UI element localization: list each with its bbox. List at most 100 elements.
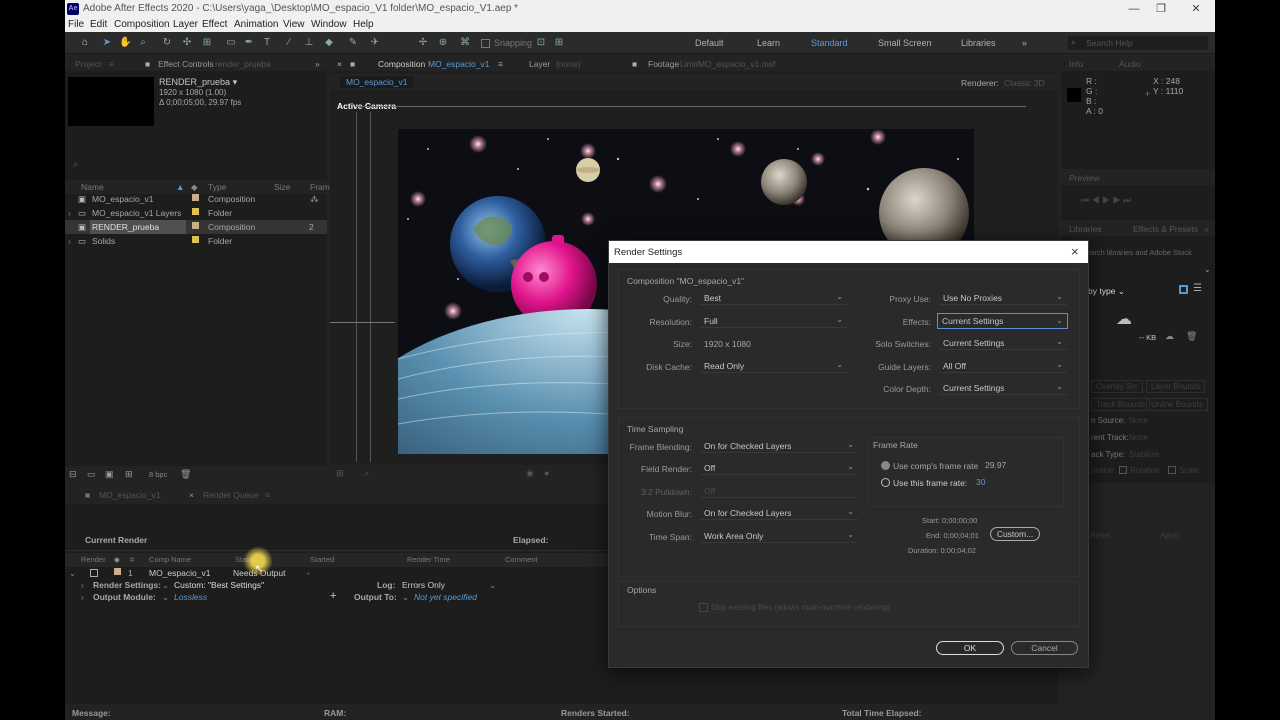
rotation-tool-icon[interactable]: ↻ bbox=[161, 37, 173, 49]
scale-checkbox[interactable] bbox=[1168, 466, 1176, 474]
new-composition-icon[interactable]: ▣ bbox=[105, 469, 114, 480]
close-tab-icon[interactable]: × bbox=[189, 490, 194, 500]
search-help-input[interactable]: Search Help bbox=[1086, 38, 1133, 48]
pulldown-dropdown[interactable]: Off bbox=[700, 485, 858, 498]
camera-tool-icon[interactable]: ✣ bbox=[181, 37, 193, 49]
panel-overflow-icon[interactable]: » bbox=[1204, 224, 1209, 234]
view-axis-icon[interactable]: ⌘ bbox=[459, 37, 471, 49]
tab-render-queue[interactable]: Render Queue bbox=[203, 490, 259, 500]
resolution-dropdown[interactable]: Full ⌄ bbox=[700, 315, 847, 328]
time-span-dropdown[interactable]: Work Area Only ⌄ bbox=[700, 530, 858, 543]
menu-view[interactable]: View bbox=[283, 19, 305, 30]
track-type-value[interactable]: Stabilize bbox=[1129, 450, 1159, 459]
frame-blending-dropdown[interactable]: On for Checked Layers ⌄ bbox=[700, 440, 858, 453]
world-axis-icon[interactable]: ⊕ bbox=[437, 37, 449, 49]
label-color-swatch[interactable] bbox=[192, 194, 199, 201]
guide-layers-dropdown[interactable]: All Off ⌄ bbox=[939, 360, 1067, 373]
tab-footage[interactable]: Footage bbox=[648, 59, 679, 69]
col-comp-name[interactable]: Comp Name bbox=[149, 555, 191, 564]
render-settings-value[interactable]: Custom: "Best Settings" bbox=[174, 580, 264, 590]
workspace-small-screen[interactable]: Small Screen bbox=[878, 38, 932, 48]
col-type[interactable]: Type bbox=[208, 182, 226, 192]
output-to-value[interactable]: Not yet specified bbox=[414, 592, 477, 602]
tracker-button-c[interactable]: Track Bounds bbox=[1091, 398, 1151, 411]
add-output-module-icon[interactable]: + bbox=[330, 590, 336, 602]
col-frame[interactable]: Fram bbox=[310, 182, 330, 192]
menu-animation[interactable]: Animation bbox=[234, 19, 278, 30]
chevron-down-icon[interactable]: ⌄ bbox=[1204, 265, 1211, 274]
renderer-value[interactable]: Classic 3D bbox=[1004, 78, 1045, 88]
roto-brush-tool-icon[interactable]: ✎ bbox=[347, 37, 359, 49]
library-search-hint[interactable]: Search libraries and Adobe Stock bbox=[1081, 248, 1192, 257]
label-color-swatch[interactable] bbox=[192, 222, 199, 229]
skip-existing-checkbox[interactable] bbox=[699, 603, 708, 612]
panel-menu-icon[interactable]: ≡ bbox=[498, 59, 503, 69]
panel-overflow-icon[interactable]: » bbox=[315, 59, 320, 69]
menu-composition[interactable]: Composition bbox=[114, 19, 170, 30]
tab-timeline-comp[interactable]: MO_espacio_v1 bbox=[99, 490, 160, 500]
lock-icon[interactable]: ■ bbox=[145, 59, 150, 69]
col-size[interactable]: Size bbox=[274, 182, 291, 192]
col-comment[interactable]: Comment bbox=[505, 555, 538, 564]
panel-menu-icon[interactable]: ≡ bbox=[265, 490, 270, 500]
menu-edit[interactable]: Edit bbox=[90, 19, 107, 30]
ok-button[interactable]: OK bbox=[936, 641, 1004, 655]
use-this-rate-radio[interactable] bbox=[881, 478, 890, 487]
puppet-tool-icon[interactable]: ✈ bbox=[369, 37, 381, 49]
project-row-solids[interactable]: › ▭ Solids Folder bbox=[65, 234, 327, 248]
zoom-tool-icon[interactable]: ⌕ bbox=[137, 37, 149, 49]
workspace-standard[interactable]: Standard bbox=[811, 38, 848, 48]
brush-tool-icon[interactable]: ∕ bbox=[283, 37, 295, 49]
tab-audio[interactable]: Audio bbox=[1119, 59, 1141, 69]
delete-icon[interactable]: 🗑 bbox=[180, 469, 191, 480]
selection-tool-icon[interactable]: ➤ bbox=[101, 37, 113, 49]
preview-controls[interactable]: ⏮ ◀ ▶ ▶ ⏭ bbox=[1081, 195, 1131, 206]
menu-help[interactable]: Help bbox=[353, 19, 374, 30]
magnification-icon[interactable]: ⌕ bbox=[364, 468, 369, 479]
motion-blur-dropdown[interactable]: On for Checked Layers ⌄ bbox=[700, 507, 858, 520]
minimize-button[interactable]: — bbox=[1127, 2, 1141, 16]
tab-project[interactable]: Project bbox=[75, 59, 101, 69]
project-settings-icon[interactable]: ⊞ bbox=[125, 469, 133, 480]
rotation-checkbox[interactable] bbox=[1119, 466, 1127, 474]
label-color-swatch[interactable] bbox=[192, 208, 199, 215]
quality-dropdown[interactable]: Best ⌄ bbox=[700, 292, 847, 305]
use-comp-rate-radio[interactable] bbox=[881, 461, 890, 470]
menu-window[interactable]: Window bbox=[311, 19, 347, 30]
tracker-button-a[interactable]: Overlay Src bbox=[1091, 380, 1143, 393]
position-option[interactable]: osition bbox=[1091, 466, 1114, 475]
col-name[interactable]: Name bbox=[81, 182, 104, 192]
chevron-down-icon[interactable]: ⌄ bbox=[162, 592, 169, 603]
label-color-swatch[interactable] bbox=[114, 568, 121, 575]
lock-icon[interactable]: ■ bbox=[350, 59, 355, 69]
proxy-use-dropdown[interactable]: Use No Proxies ⌄ bbox=[939, 292, 1067, 305]
close-window-button[interactable]: ✕ bbox=[1189, 2, 1203, 16]
output-module-value[interactable]: Lossless bbox=[174, 592, 207, 602]
comp-flowchart-tab[interactable]: MO_espacio_v1 bbox=[340, 76, 414, 88]
menu-layer[interactable]: Layer bbox=[173, 19, 198, 30]
expand-arrow-icon[interactable]: › bbox=[81, 580, 84, 590]
tracker-button-d[interactable]: Unlink Bounds bbox=[1146, 398, 1208, 411]
project-search-icon[interactable]: ⌕ bbox=[73, 159, 79, 170]
snap-edges-icon[interactable]: ⊡ bbox=[535, 37, 547, 49]
tab-libraries[interactable]: Libraries bbox=[1069, 224, 1102, 234]
disk-cache-dropdown[interactable]: Read Only ⌄ bbox=[700, 360, 847, 373]
tab-composition[interactable]: Composition bbox=[378, 59, 425, 69]
cloud-settings-icon[interactable]: ☁ bbox=[1165, 331, 1174, 342]
more-workspaces-icon[interactable]: » bbox=[1022, 38, 1027, 48]
field-render-dropdown[interactable]: Off ⌄ bbox=[700, 462, 858, 475]
menu-effect[interactable]: Effect bbox=[202, 19, 227, 30]
by-type-dropdown[interactable]: by type ⌄ bbox=[1088, 286, 1125, 297]
tab-effect-controls[interactable]: Effect Controls bbox=[158, 59, 214, 69]
local-axis-icon[interactable]: ✢ bbox=[417, 37, 429, 49]
rectangle-tool-icon[interactable]: ▭ bbox=[225, 37, 237, 49]
color-depth-dropdown[interactable]: Current Settings ⌄ bbox=[939, 382, 1067, 395]
always-preview-icon[interactable]: ⊞ bbox=[336, 468, 344, 479]
this-rate-value[interactable]: 30 bbox=[976, 477, 985, 487]
tab-layer[interactable]: Layer bbox=[529, 59, 550, 69]
type-tool-icon[interactable]: T bbox=[261, 37, 273, 49]
lock-icon[interactable]: ■ bbox=[632, 59, 637, 69]
pen-tool-icon[interactable]: ✒ bbox=[243, 37, 255, 49]
item-dropdown-icon[interactable]: ▾ bbox=[233, 77, 238, 87]
log-value[interactable]: Errors Only bbox=[402, 580, 445, 590]
